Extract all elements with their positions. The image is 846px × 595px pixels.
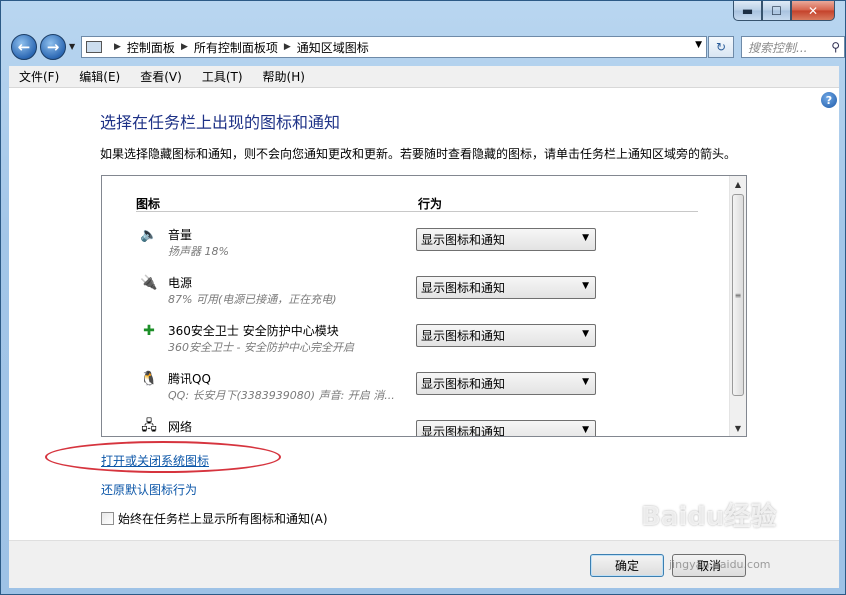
watermark-logo: Baidu经验 — [641, 502, 777, 532]
breadcrumb-control-panel[interactable]: 控制面板 — [127, 39, 175, 56]
column-header-behavior: 行为 — [418, 197, 443, 211]
vertical-scrollbar[interactable]: ▲ ≡ ▼ — [729, 176, 746, 436]
search-input[interactable]: 搜索控制... ⚲ — [741, 36, 845, 58]
behavior-value: 显示图标和通知 — [421, 281, 506, 295]
menu-tools[interactable]: 工具(T) — [192, 68, 253, 85]
speaker-icon: 🔈 — [140, 227, 158, 243]
menu-edit[interactable]: 编辑(E) — [69, 68, 130, 85]
chevron-down-icon: ▼ — [582, 329, 589, 339]
item-name: 电源 — [168, 276, 193, 290]
chevron-down-icon: ▼ — [582, 281, 589, 291]
watermark-url: jingyan.baidu.com — [669, 558, 771, 571]
chevron-right-icon[interactable]: ▶ — [114, 42, 121, 52]
chevron-right-icon[interactable]: ▶ — [181, 42, 188, 52]
minimize-button[interactable]: ▬ — [733, 1, 762, 21]
list-item: 🐧 腾讯QQ QQ: 长安月下(3383939080) 声音: 开启 消... … — [136, 362, 696, 410]
always-show-checkbox[interactable] — [101, 512, 114, 525]
list-item: 🔈 音量 扬声器 18% 显示图标和通知 ▼ — [136, 218, 696, 266]
help-icon[interactable]: ? — [821, 92, 837, 108]
maximize-button[interactable]: ☐ — [762, 1, 791, 21]
scroll-down-icon[interactable]: ▼ — [730, 420, 746, 436]
item-name: 360安全卫士 安全防护中心模块 — [168, 324, 339, 338]
scroll-thumb[interactable]: ≡ — [732, 194, 744, 396]
item-name: 音量 — [168, 228, 193, 242]
column-header-icon: 图标 — [136, 197, 161, 211]
chevron-down-icon: ▼ — [582, 377, 589, 387]
power-plug-icon: 🔌 — [140, 275, 158, 291]
search-icon[interactable]: ⚲ — [831, 40, 840, 54]
always-show-label[interactable]: 始终在任务栏上显示所有图标和通知(A) — [118, 510, 328, 527]
caption-buttons: ▬ ☐ ✕ — [733, 1, 835, 21]
chevron-right-icon[interactable]: ▶ — [284, 42, 291, 52]
notification-icons-list[interactable]: 图标 行为 🔈 音量 扬声器 18% 显示图标和通知 ▼ 🔌 电源 87% 可用… — [101, 175, 747, 437]
history-dropdown-icon[interactable]: ▼ — [69, 42, 75, 51]
ok-button[interactable]: 确定 — [590, 554, 664, 577]
breadcrumb-notification-icons[interactable]: 通知区域图标 — [297, 39, 369, 56]
restore-default-link[interactable]: 还原默认图标行为 — [101, 481, 197, 498]
list-item: 🔌 电源 87% 可用(电源已接通，正在充电) 显示图标和通知 ▼ — [136, 266, 696, 314]
always-show-option[interactable]: 始终在任务栏上显示所有图标和通知(A) — [101, 510, 328, 527]
behavior-select[interactable]: 显示图标和通知 ▼ — [416, 228, 596, 251]
breadcrumb-all-items[interactable]: 所有控制面板项 — [194, 39, 278, 56]
menu-bar: 文件(F) 编辑(E) 查看(V) 工具(T) 帮助(H) — [9, 66, 839, 88]
address-dropdown-icon[interactable]: ▼ — [695, 40, 702, 50]
behavior-select[interactable]: 显示图标和通知 ▼ — [416, 420, 596, 437]
back-arrow-icon[interactable]: ← — [11, 34, 37, 60]
item-status: 87% 可用(电源已接通，正在充电) — [168, 293, 337, 306]
list-item: ✚ 360安全卫士 安全防护中心模块 360安全卫士 - 安全防护中心完全开启 … — [136, 314, 696, 362]
page-title: 选择在任务栏上出现的图标和通知 — [100, 113, 341, 132]
scroll-up-icon[interactable]: ▲ — [730, 176, 746, 192]
page-description: 如果选择隐藏图标和通知，则不会向您通知更改和更新。若要随时查看隐藏的图标，请单击… — [100, 147, 737, 161]
behavior-select[interactable]: 显示图标和通知 ▼ — [416, 324, 596, 347]
content-area: ? 选择在任务栏上出现的图标和通知 如果选择隐藏图标和通知，则不会向您通知更改和… — [9, 88, 839, 540]
close-button[interactable]: ✕ — [791, 1, 835, 21]
behavior-value: 显示图标和通知 — [421, 425, 506, 437]
behavior-value: 显示图标和通知 — [421, 377, 506, 391]
menu-view[interactable]: 查看(V) — [130, 68, 192, 85]
window-frame: ▬ ☐ ✕ ← → ▼ ▶ 控制面板 ▶ 所有控制面板项 ▶ 通知区域图标 ▼ … — [0, 0, 846, 595]
address-bar[interactable]: ▶ 控制面板 ▶ 所有控制面板项 ▶ 通知区域图标 ▼ — [81, 36, 707, 58]
item-name: 网络 — [168, 420, 193, 434]
item-status: QQ: 长安月下(3383939080) 声音: 开启 消... — [168, 389, 395, 402]
forward-arrow-icon[interactable]: → — [40, 34, 66, 60]
menu-help[interactable]: 帮助(H) — [253, 68, 315, 85]
header-divider — [136, 211, 698, 212]
chevron-down-icon: ▼ — [582, 425, 589, 435]
qq-penguin-icon: 🐧 — [140, 371, 158, 387]
behavior-select[interactable]: 显示图标和通知 ▼ — [416, 372, 596, 395]
list-item: 🖧 网络 显示图标和通知 ▼ — [136, 410, 696, 437]
navigation-bar: ← → ▼ ▶ 控制面板 ▶ 所有控制面板项 ▶ 通知区域图标 ▼ ↻ 搜索控制… — [9, 32, 845, 62]
item-status: 360安全卫士 - 安全防护中心完全开启 — [168, 341, 354, 354]
toggle-system-icons-link[interactable]: 打开或关闭系统图标 — [101, 452, 209, 469]
control-panel-icon — [86, 41, 102, 53]
network-icon: 🖧 — [141, 418, 157, 434]
chevron-down-icon: ▼ — [582, 233, 589, 243]
behavior-select[interactable]: 显示图标和通知 ▼ — [416, 276, 596, 299]
menu-file[interactable]: 文件(F) — [9, 68, 69, 85]
behavior-value: 显示图标和通知 — [421, 329, 506, 343]
item-status: 扬声器 18% — [168, 245, 229, 258]
item-name: 腾讯QQ — [168, 372, 211, 386]
refresh-icon[interactable]: ↻ — [708, 36, 734, 58]
search-placeholder: 搜索控制... — [748, 40, 808, 55]
behavior-value: 显示图标和通知 — [421, 233, 506, 247]
shield-360-icon: ✚ — [143, 323, 155, 339]
